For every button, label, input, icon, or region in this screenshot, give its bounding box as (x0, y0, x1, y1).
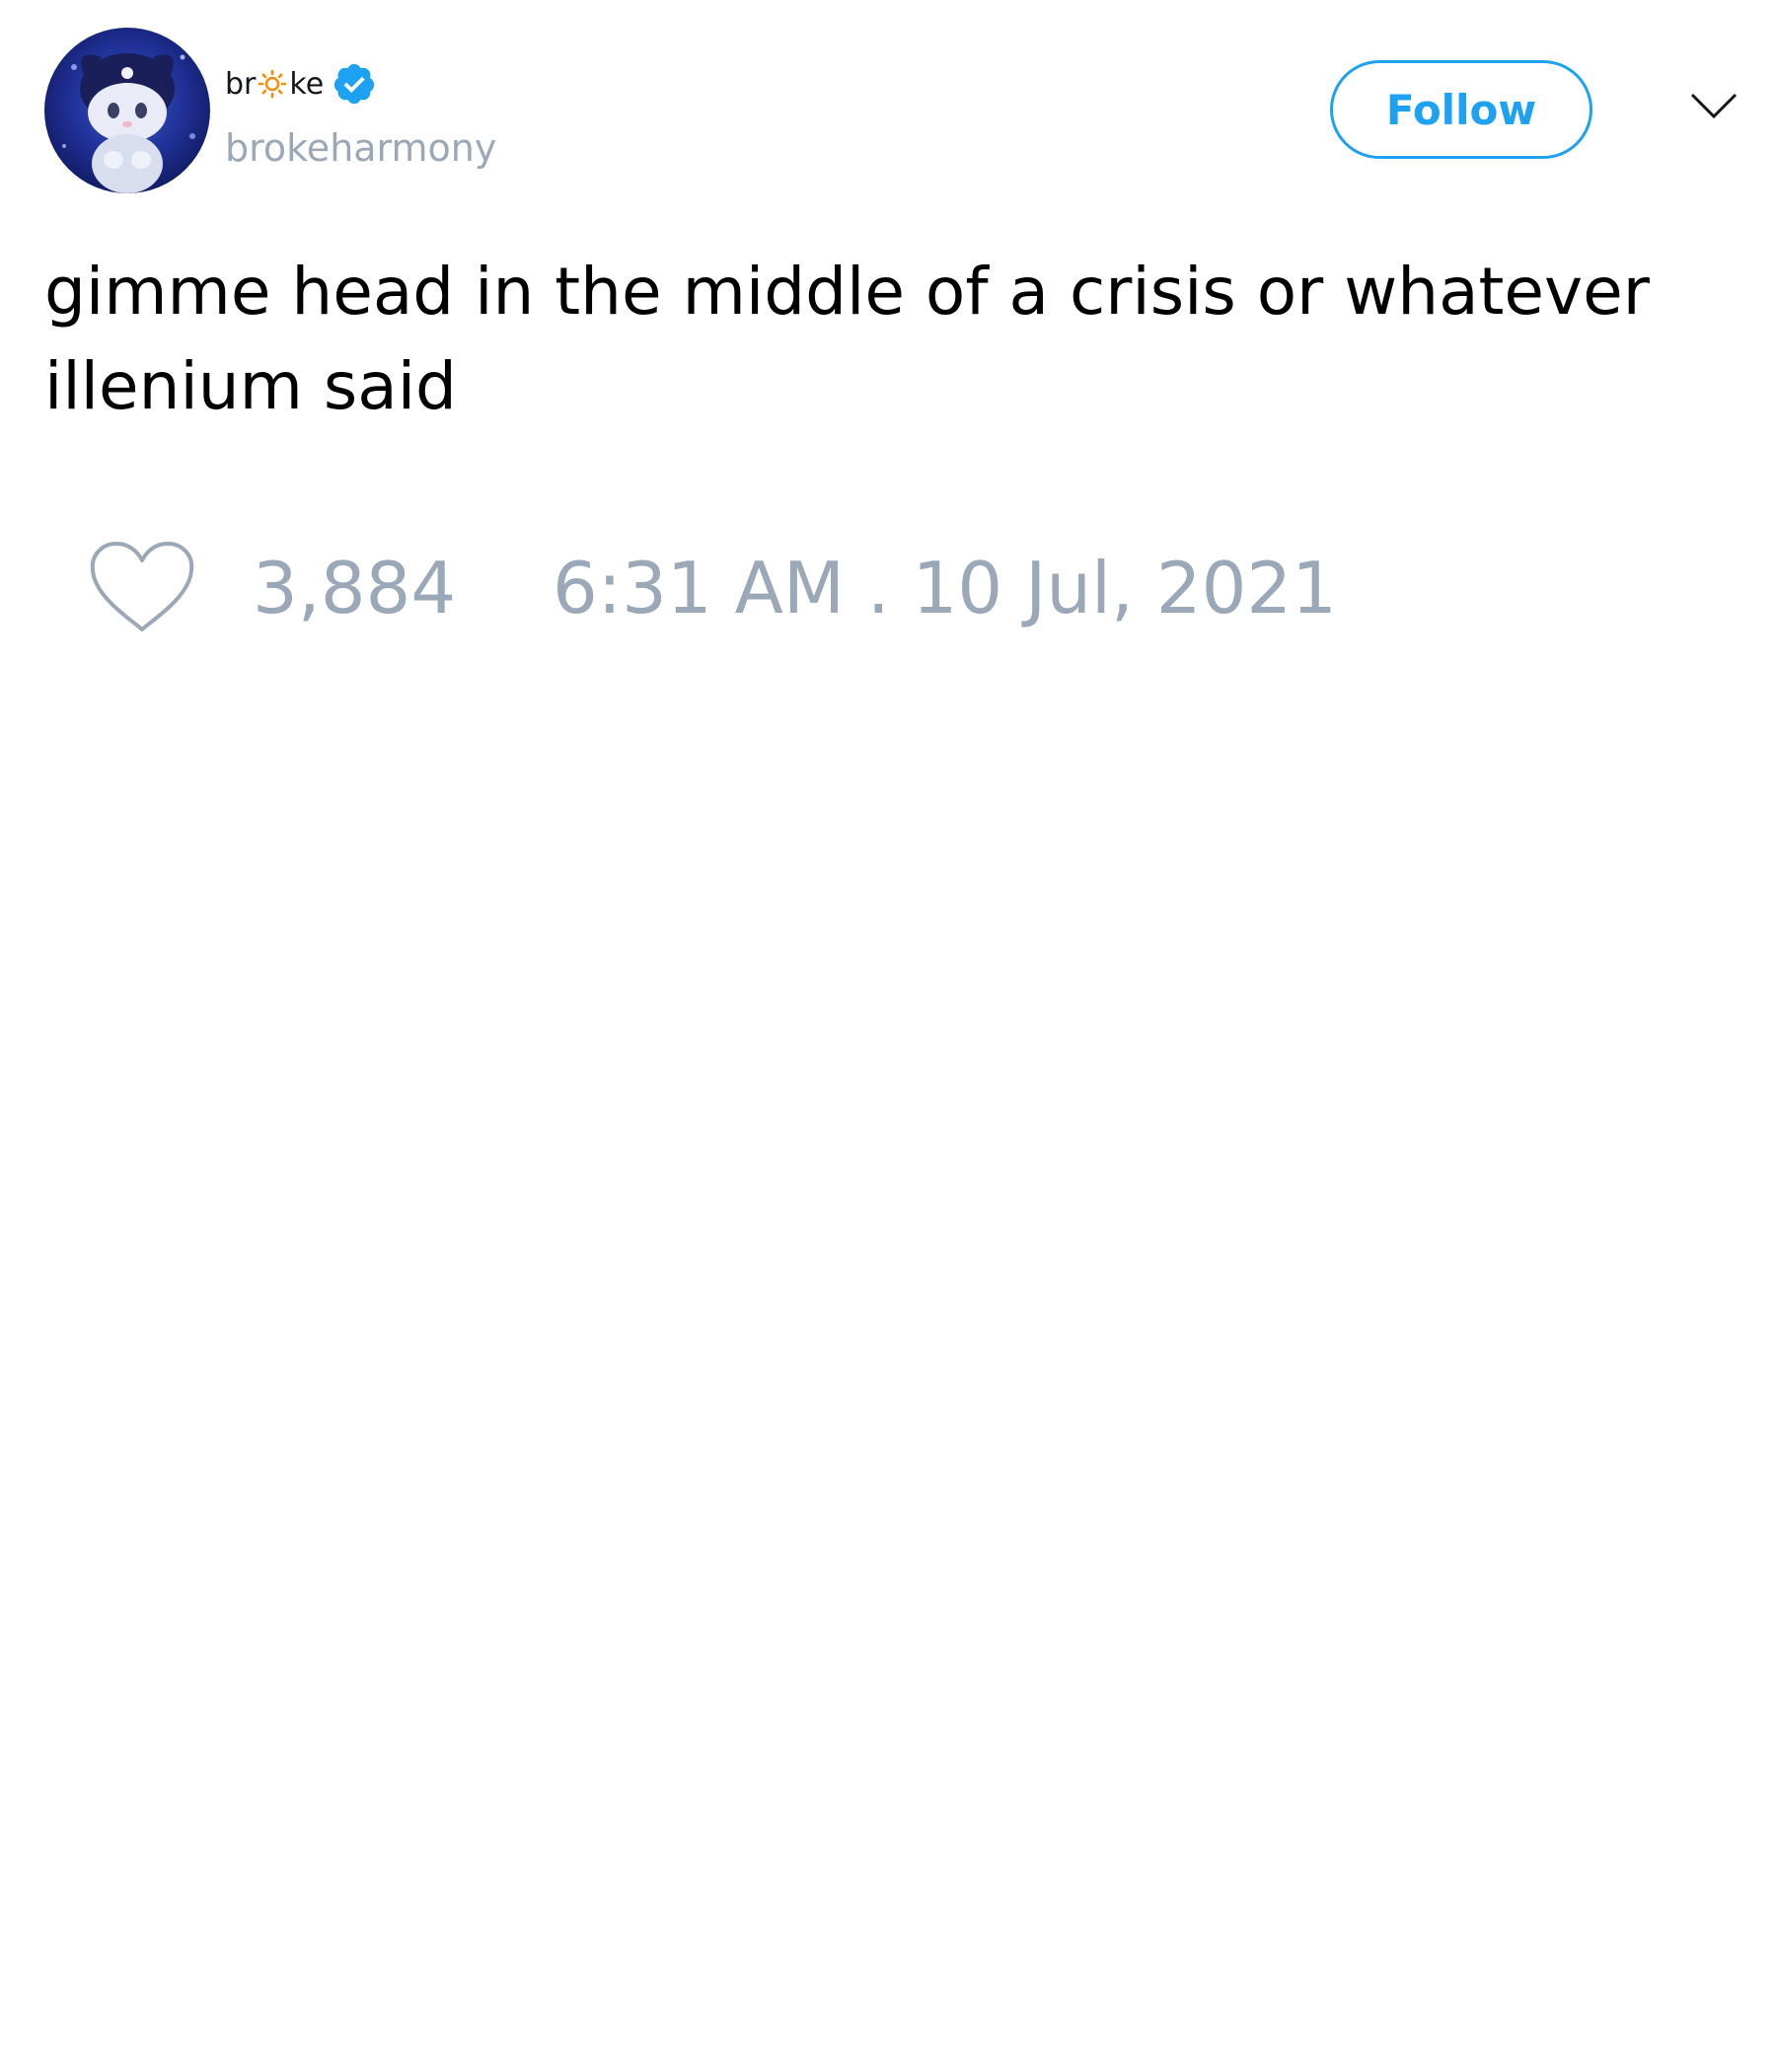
chevron-down-icon[interactable] (1689, 89, 1739, 124)
tweet-text-line: gimme head in the middle of a crisis or … (44, 254, 1650, 330)
like-count: 3,884 (253, 547, 457, 629)
display-name[interactable]: br ke (225, 61, 377, 107)
timestamp[interactable]: 6:31 AM . 10 Jul, 2021 (553, 549, 1337, 628)
display-name-end: ke (289, 66, 325, 102)
avatar-image (44, 28, 210, 193)
avatar[interactable] (44, 28, 210, 193)
tweet-text-line: illenium said (44, 348, 457, 424)
verified-badge-icon (332, 61, 377, 107)
follow-button[interactable]: Follow (1330, 60, 1592, 159)
heart-icon[interactable] (89, 541, 195, 633)
display-name-start: br (225, 66, 257, 102)
tweet-text: gimme head in the middle of a crisis or … (44, 245, 1741, 434)
user-handle[interactable]: brokeharmony (225, 126, 496, 170)
sun-emoji-icon (258, 69, 287, 99)
